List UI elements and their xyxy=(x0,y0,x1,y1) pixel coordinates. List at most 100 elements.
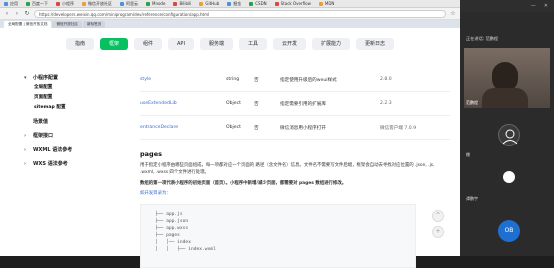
tab-active[interactable]: 全局配置 | 微信开放文档 xyxy=(4,21,52,28)
bookmark-icon xyxy=(4,1,8,6)
sidebar-item[interactable]: 场景值 xyxy=(24,117,124,127)
top-navigation: 指南 框架 组件 API 服务端 工具 云开发 扩展能力 更新日志 xyxy=(0,38,460,52)
nav-item[interactable]: 更新日志 xyxy=(356,38,395,50)
reload-icon[interactable]: ↻ xyxy=(24,10,30,17)
speaking-label: 正在讲话: 范鹏程 xyxy=(466,36,499,41)
sidebar-item[interactable]: 页面配置 xyxy=(24,93,124,103)
speaker-icon xyxy=(503,171,515,183)
section-paragraph-1: 用于指定小程序由哪些页面组成，每一项都对应一个页面的 路径（含文件名）信息。文件… xyxy=(140,163,435,175)
scroll-up-icon[interactable]: ^ xyxy=(432,210,444,222)
meeting-header: — ✕ xyxy=(460,0,554,12)
nav-item[interactable]: 组件 xyxy=(134,38,163,50)
table-cell-ver: 2.2.3 xyxy=(380,101,392,106)
table-cell-required: 否 xyxy=(254,125,259,131)
sidebar-item-label: 页面配置 xyxy=(34,95,53,100)
bookmarks-bar: 应用 百度一下 小程序 微信开放社区 阿里云 Mnode Bilibili GitHub 掘金 C… xyxy=(0,0,460,8)
section-paragraph-2: 数组的第一项代表小程序的初始页面（首页）。小程序中新增/减少页面，都需要对 pa… xyxy=(140,181,347,186)
bookmark-item[interactable]: 应用 xyxy=(0,1,22,7)
sidebar-item[interactable]: sitemap 配置 xyxy=(24,103,124,113)
sidebar-item-label: WXML 语法参考 xyxy=(33,147,73,153)
star-icon[interactable]: ☆ xyxy=(450,10,456,17)
bookmark-item[interactable]: CSDN xyxy=(245,1,270,6)
bookmark-item[interactable]: 百度一下 xyxy=(22,1,52,7)
video-name-label: 范鹏程 xyxy=(466,100,478,105)
sidebar-item[interactable]: › WXS 语法参考 xyxy=(24,159,124,169)
video-tile-main[interactable]: 范鹏程 xyxy=(464,48,550,108)
participant-name-1: 棚 xyxy=(466,152,470,157)
bookmark-icon xyxy=(120,1,124,6)
feedback-icon[interactable]: + xyxy=(432,226,444,238)
caret-icon: › xyxy=(24,133,27,139)
bookmark-item[interactable]: GitHub xyxy=(195,1,223,6)
sidebar: ▾ 小程序配置全局配置页面配置 sitemap 配置场景值 › 框架接口 › WXML 语法… xyxy=(24,73,124,169)
bookmark-icon xyxy=(318,1,323,6)
bookmark-item[interactable]: 掘金 xyxy=(223,1,245,7)
table-row: useExtendedLib Object 否 指定需要引用的扩展库 2.2.3 xyxy=(140,92,450,116)
participant-avatar-3[interactable]: OB xyxy=(498,220,520,242)
close-icon[interactable]: ✕ xyxy=(544,3,548,9)
tab-3[interactable]: 新标签页 xyxy=(83,21,106,28)
table-row: entranceDeclare Object 否 微信消息用小程序打开 微信客户端 7.… xyxy=(140,116,450,140)
table-cell-ver: 2.8.0 xyxy=(380,77,392,82)
table-cell-desc: 指定使用升级后的weui样式 xyxy=(280,77,337,83)
nav-item[interactable]: 指南 xyxy=(65,38,94,50)
sidebar-item-label: 全局配置 xyxy=(34,85,53,90)
sidebar-item[interactable]: ▾ 小程序配置 xyxy=(24,73,124,83)
bookmark-item[interactable]: 微信开放社区 xyxy=(78,1,116,7)
caret-icon: › xyxy=(24,147,27,153)
tab-strip: 全局配置 | 微信开放文档 微信开放社区 新标签页 xyxy=(0,20,460,28)
nav-item[interactable]: 工具 xyxy=(238,38,267,50)
docs-page: 指南 框架 组件 API 服务端 工具 云开发 扩展能力 更新日志 ▾ 小程序配置全局配置页面配置… xyxy=(0,28,460,268)
nav-item[interactable]: 框架 xyxy=(99,38,128,50)
table-cell-ver: 微信客户端 7.0.9 xyxy=(380,125,417,131)
sidebar-item[interactable]: › WXML 语法参考 xyxy=(24,145,124,155)
main-content: style string 否 指定使用升级后的weui样式 2.8.0 useExtend… xyxy=(140,68,450,268)
bookmark-icon xyxy=(146,1,150,6)
table-cell-prop[interactable]: style xyxy=(140,77,226,82)
table-cell-type: string xyxy=(226,77,240,82)
participant-name-2: 谭鹏宇 xyxy=(466,196,478,201)
bookmark-item[interactable]: Bilibili xyxy=(169,1,195,6)
nav-item[interactable]: 服务端 xyxy=(199,38,233,50)
table-cell-type: Object xyxy=(226,125,241,130)
bookmark-item[interactable]: MDN xyxy=(315,1,339,6)
code-block: ├── app.js ├── app.json ├── app.wxss ├──… xyxy=(140,204,416,268)
bookmark-icon xyxy=(274,1,279,6)
back-icon[interactable]: ‹ xyxy=(4,10,10,17)
section-link[interactable]: 如开发目录为： xyxy=(140,190,450,196)
caret-icon: ▾ xyxy=(24,75,27,81)
bookmark-item[interactable]: 阿里云 xyxy=(116,1,142,7)
bookmark-icon xyxy=(26,1,30,6)
config-table: style string 否 指定使用升级后的weui样式 2.8.0 useExtend… xyxy=(140,68,450,140)
address-bar: ‹ › ↻ https://developers.weixin.qq.com/m… xyxy=(0,8,460,20)
bookmark-item[interactable]: Mnode xyxy=(142,1,169,6)
table-cell-desc: 微信消息用小程序打开 xyxy=(280,125,326,131)
caret-icon: › xyxy=(24,161,27,167)
bookmark-icon xyxy=(249,1,254,6)
nav-item[interactable]: API xyxy=(168,38,194,50)
nav-item[interactable]: 云开发 xyxy=(272,38,306,50)
sidebar-item-label: 框架接口 xyxy=(33,133,54,139)
table-cell-desc: 指定需要引用的扩展库 xyxy=(280,101,326,107)
table-cell-prop[interactable]: useExtendedLib xyxy=(140,101,226,106)
bookmark-item[interactable]: Stack Overflow xyxy=(271,1,315,6)
url-input[interactable]: https://developers.weixin.qq.com/minipro… xyxy=(34,9,446,18)
table-cell-required: 否 xyxy=(254,77,259,83)
participant-avatar-2[interactable] xyxy=(498,166,520,188)
minimize-icon[interactable]: — xyxy=(531,3,536,9)
bookmark-item[interactable]: 小程序 xyxy=(52,1,78,7)
table-cell-prop[interactable]: entranceDeclare xyxy=(140,125,226,130)
sidebar-item-label: WXS 语法参考 xyxy=(33,161,68,167)
meeting-panel: — ✕ 正在讲话: 范鹏程 范鹏程 棚 谭鹏宇 OB xyxy=(460,0,554,256)
nav-item[interactable]: 扩展能力 xyxy=(311,38,350,50)
sidebar-item-label: 场景值 xyxy=(33,119,49,125)
bookmark-icon xyxy=(173,1,178,6)
table-cell-type: Object xyxy=(226,101,241,106)
sidebar-item[interactable]: › 框架接口 xyxy=(24,131,124,141)
sidebar-item[interactable]: 全局配置 xyxy=(24,83,124,93)
tab-2[interactable]: 微信开放社区 xyxy=(52,21,82,28)
forward-icon[interactable]: › xyxy=(14,10,20,17)
table-row: style string 否 指定使用升级后的weui样式 2.8.0 xyxy=(140,68,450,92)
participant-avatar-1[interactable] xyxy=(498,124,520,146)
section-title: pages xyxy=(140,150,162,158)
